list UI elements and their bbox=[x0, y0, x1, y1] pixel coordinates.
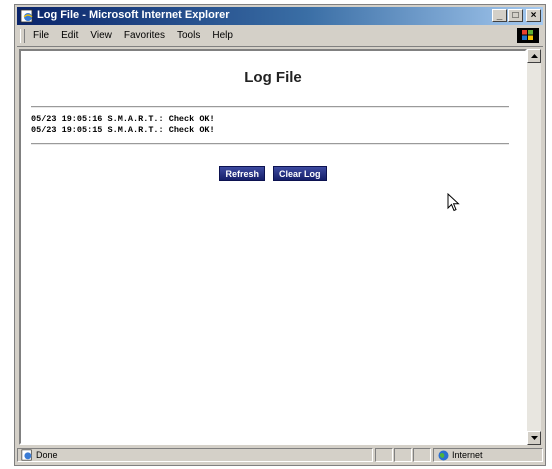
menu-help[interactable]: Help bbox=[206, 29, 239, 42]
page-title: Log File bbox=[244, 69, 302, 86]
window-controls: _ □ × bbox=[492, 9, 541, 22]
page-viewport: Log File 05/23 19:05:16 S.M.A.R.T.: Chec… bbox=[19, 49, 527, 445]
status-pane bbox=[375, 448, 393, 462]
mouse-pointer-icon bbox=[447, 193, 460, 212]
scroll-up-arrow[interactable] bbox=[527, 49, 541, 63]
zone-label: Internet bbox=[452, 450, 483, 460]
divider-top bbox=[31, 106, 509, 108]
menu-favorites[interactable]: Favorites bbox=[118, 29, 171, 42]
ie-page-icon bbox=[20, 9, 33, 23]
refresh-button[interactable]: Refresh bbox=[219, 166, 265, 181]
close-button[interactable]: × bbox=[526, 9, 541, 22]
status-text: Done bbox=[36, 450, 58, 460]
clear-log-button[interactable]: Clear Log bbox=[273, 166, 327, 181]
menu-tools[interactable]: Tools bbox=[171, 29, 206, 42]
status-pane bbox=[413, 448, 431, 462]
browser-window: Log File - Microsoft Internet Explorer _… bbox=[14, 4, 546, 466]
menu-file[interactable]: File bbox=[27, 29, 55, 42]
menu-view[interactable]: View bbox=[84, 29, 118, 42]
log-list: 05/23 19:05:16 S.M.A.R.T.: Check OK! 05/… bbox=[31, 114, 215, 136]
log-entry: 05/23 19:05:16 S.M.A.R.T.: Check OK! bbox=[31, 114, 215, 124]
internet-globe-icon bbox=[438, 450, 449, 460]
vertical-scrollbar[interactable] bbox=[527, 49, 541, 445]
menu-bar: File Edit View Favorites Tools Help bbox=[17, 26, 543, 47]
divider-bottom bbox=[31, 143, 509, 145]
ie-page-icon bbox=[21, 449, 32, 461]
security-zone[interactable]: Internet bbox=[433, 448, 543, 462]
menu-edit[interactable]: Edit bbox=[55, 29, 84, 42]
status-message: Done bbox=[17, 448, 373, 462]
title-bar[interactable]: Log File - Microsoft Internet Explorer _… bbox=[17, 7, 543, 25]
scroll-down-arrow[interactable] bbox=[527, 431, 541, 445]
status-pane bbox=[394, 448, 412, 462]
window-title: Log File - Microsoft Internet Explorer bbox=[37, 9, 230, 21]
maximize-button[interactable]: □ bbox=[508, 9, 523, 22]
action-buttons: Refresh Clear Log bbox=[21, 166, 525, 181]
minimize-button[interactable]: _ bbox=[492, 9, 507, 22]
toolbar-grip[interactable] bbox=[20, 29, 25, 43]
log-entry: 05/23 19:05:15 S.M.A.R.T.: Check OK! bbox=[31, 125, 215, 135]
windows-flag-logo bbox=[517, 28, 539, 43]
status-bar: Done Internet bbox=[17, 447, 543, 463]
